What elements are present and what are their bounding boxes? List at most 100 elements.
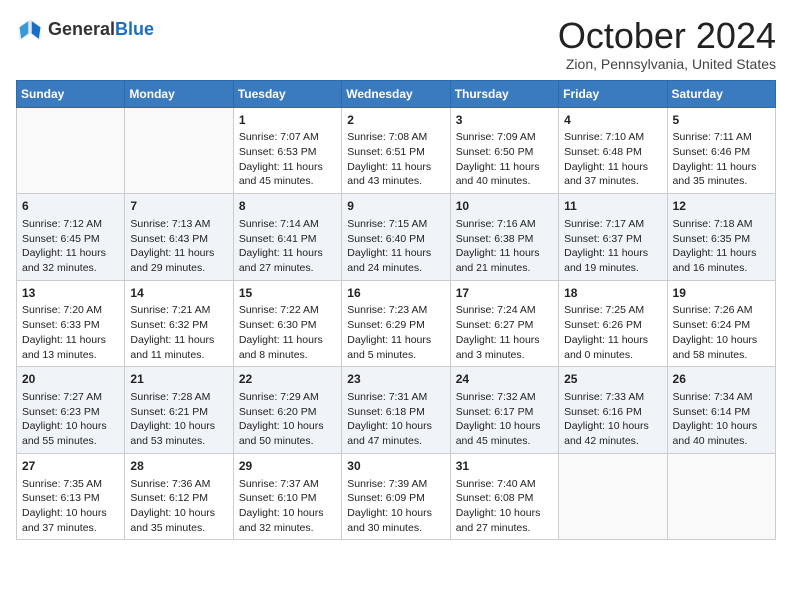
day-number: 27 [22, 458, 119, 475]
day-number: 8 [239, 198, 336, 215]
daylight: Daylight: 10 hours and 35 minutes. [130, 507, 215, 534]
sunset: Sunset: 6:23 PM [22, 406, 100, 418]
sunset: Sunset: 6:17 PM [456, 406, 534, 418]
calendar-cell: 28Sunrise: 7:36 AMSunset: 6:12 PMDayligh… [125, 453, 233, 540]
sunrise: Sunrise: 7:32 AM [456, 391, 536, 403]
daylight: Daylight: 10 hours and 58 minutes. [673, 334, 758, 361]
sunrise: Sunrise: 7:23 AM [347, 304, 427, 316]
sunrise: Sunrise: 7:22 AM [239, 304, 319, 316]
day-number: 10 [456, 198, 553, 215]
calendar-cell: 29Sunrise: 7:37 AMSunset: 6:10 PMDayligh… [233, 453, 341, 540]
calendar-cell: 12Sunrise: 7:18 AMSunset: 6:35 PMDayligh… [667, 194, 775, 281]
day-number: 29 [239, 458, 336, 475]
sunset: Sunset: 6:35 PM [673, 233, 751, 245]
day-number: 28 [130, 458, 227, 475]
sunset: Sunset: 6:51 PM [347, 146, 425, 158]
sunset: Sunset: 6:13 PM [22, 492, 100, 504]
sunset: Sunset: 6:29 PM [347, 319, 425, 331]
day-number: 6 [22, 198, 119, 215]
calendar-cell: 6Sunrise: 7:12 AMSunset: 6:45 PMDaylight… [17, 194, 125, 281]
sunrise: Sunrise: 7:33 AM [564, 391, 644, 403]
sunset: Sunset: 6:24 PM [673, 319, 751, 331]
sunrise: Sunrise: 7:27 AM [22, 391, 102, 403]
calendar-cell: 25Sunrise: 7:33 AMSunset: 6:16 PMDayligh… [559, 367, 667, 454]
day-number: 16 [347, 285, 444, 302]
sunrise: Sunrise: 7:40 AM [456, 478, 536, 490]
page-header: General Blue October 2024 Zion, Pennsylv… [16, 16, 776, 72]
calendar-cell: 15Sunrise: 7:22 AMSunset: 6:30 PMDayligh… [233, 280, 341, 367]
location: Zion, Pennsylvania, United States [558, 56, 776, 72]
daylight: Daylight: 11 hours and 40 minutes. [456, 161, 540, 188]
sunrise: Sunrise: 7:16 AM [456, 218, 536, 230]
day-number: 30 [347, 458, 444, 475]
calendar-cell: 20Sunrise: 7:27 AMSunset: 6:23 PMDayligh… [17, 367, 125, 454]
day-number: 7 [130, 198, 227, 215]
day-number: 13 [22, 285, 119, 302]
week-row-3: 13Sunrise: 7:20 AMSunset: 6:33 PMDayligh… [17, 280, 776, 367]
week-row-1: 1Sunrise: 7:07 AMSunset: 6:53 PMDaylight… [17, 107, 776, 194]
day-number: 18 [564, 285, 661, 302]
daylight: Daylight: 10 hours and 50 minutes. [239, 420, 324, 447]
month-title: October 2024 [558, 16, 776, 56]
calendar-cell: 18Sunrise: 7:25 AMSunset: 6:26 PMDayligh… [559, 280, 667, 367]
calendar-cell: 26Sunrise: 7:34 AMSunset: 6:14 PMDayligh… [667, 367, 775, 454]
sunrise: Sunrise: 7:14 AM [239, 218, 319, 230]
daylight: Daylight: 11 hours and 27 minutes. [239, 247, 323, 274]
sunrise: Sunrise: 7:08 AM [347, 131, 427, 143]
sunrise: Sunrise: 7:24 AM [456, 304, 536, 316]
daylight: Daylight: 10 hours and 53 minutes. [130, 420, 215, 447]
daylight: Daylight: 11 hours and 0 minutes. [564, 334, 648, 361]
daylight: Daylight: 10 hours and 30 minutes. [347, 507, 432, 534]
sunrise: Sunrise: 7:07 AM [239, 131, 319, 143]
calendar-cell: 19Sunrise: 7:26 AMSunset: 6:24 PMDayligh… [667, 280, 775, 367]
sunrise: Sunrise: 7:11 AM [673, 131, 752, 143]
sunset: Sunset: 6:09 PM [347, 492, 425, 504]
daylight: Daylight: 11 hours and 19 minutes. [564, 247, 648, 274]
sunset: Sunset: 6:27 PM [456, 319, 534, 331]
day-header-friday: Friday [559, 80, 667, 107]
sunset: Sunset: 6:30 PM [239, 319, 317, 331]
day-number: 26 [673, 371, 770, 388]
calendar-cell: 2Sunrise: 7:08 AMSunset: 6:51 PMDaylight… [342, 107, 450, 194]
sunset: Sunset: 6:10 PM [239, 492, 317, 504]
calendar-cell [667, 453, 775, 540]
daylight: Daylight: 10 hours and 55 minutes. [22, 420, 107, 447]
week-row-5: 27Sunrise: 7:35 AMSunset: 6:13 PMDayligh… [17, 453, 776, 540]
sunset: Sunset: 6:46 PM [673, 146, 751, 158]
sunset: Sunset: 6:32 PM [130, 319, 208, 331]
daylight: Daylight: 10 hours and 37 minutes. [22, 507, 107, 534]
calendar-cell: 24Sunrise: 7:32 AMSunset: 6:17 PMDayligh… [450, 367, 558, 454]
logo-icon [16, 16, 44, 44]
day-number: 22 [239, 371, 336, 388]
sunrise: Sunrise: 7:39 AM [347, 478, 427, 490]
day-header-thursday: Thursday [450, 80, 558, 107]
week-row-4: 20Sunrise: 7:27 AMSunset: 6:23 PMDayligh… [17, 367, 776, 454]
calendar-cell: 10Sunrise: 7:16 AMSunset: 6:38 PMDayligh… [450, 194, 558, 281]
calendar-cell [125, 107, 233, 194]
sunrise: Sunrise: 7:20 AM [22, 304, 102, 316]
sunrise: Sunrise: 7:13 AM [130, 218, 210, 230]
calendar-header: SundayMondayTuesdayWednesdayThursdayFrid… [17, 80, 776, 107]
calendar-cell [559, 453, 667, 540]
daylight: Daylight: 11 hours and 16 minutes. [673, 247, 757, 274]
day-number: 2 [347, 112, 444, 129]
sunset: Sunset: 6:20 PM [239, 406, 317, 418]
day-header-sunday: Sunday [17, 80, 125, 107]
daylight: Daylight: 11 hours and 45 minutes. [239, 161, 323, 188]
calendar-cell: 13Sunrise: 7:20 AMSunset: 6:33 PMDayligh… [17, 280, 125, 367]
header-row: SundayMondayTuesdayWednesdayThursdayFrid… [17, 80, 776, 107]
calendar-cell: 5Sunrise: 7:11 AMSunset: 6:46 PMDaylight… [667, 107, 775, 194]
day-number: 19 [673, 285, 770, 302]
daylight: Daylight: 11 hours and 32 minutes. [22, 247, 106, 274]
sunset: Sunset: 6:50 PM [456, 146, 534, 158]
calendar-body: 1Sunrise: 7:07 AMSunset: 6:53 PMDaylight… [17, 107, 776, 540]
calendar-cell: 14Sunrise: 7:21 AMSunset: 6:32 PMDayligh… [125, 280, 233, 367]
calendar-table: SundayMondayTuesdayWednesdayThursdayFrid… [16, 80, 776, 541]
day-number: 1 [239, 112, 336, 129]
day-number: 17 [456, 285, 553, 302]
calendar-cell: 21Sunrise: 7:28 AMSunset: 6:21 PMDayligh… [125, 367, 233, 454]
day-number: 14 [130, 285, 227, 302]
day-number: 23 [347, 371, 444, 388]
day-number: 31 [456, 458, 553, 475]
day-number: 24 [456, 371, 553, 388]
